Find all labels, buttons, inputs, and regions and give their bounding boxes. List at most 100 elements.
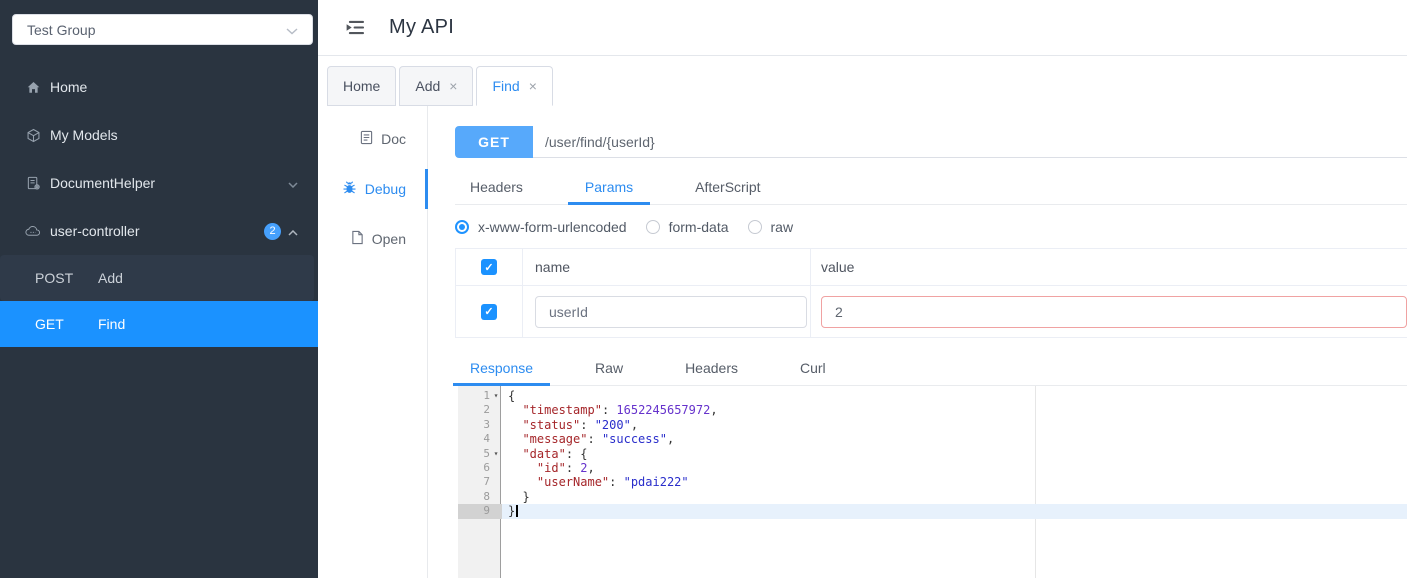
line-number: 6 xyxy=(483,460,490,474)
close-tab-icon[interactable]: × xyxy=(449,79,457,93)
page-title: My API xyxy=(389,16,455,38)
bug-icon xyxy=(342,180,357,198)
http-method-label: POST xyxy=(35,270,74,286)
column-header-value: value xyxy=(821,259,855,275)
editor-line[interactable]: 5 ▾ "data": { xyxy=(458,447,1407,461)
tab-label: Add xyxy=(415,78,441,94)
tab-headers[interactable]: Headers xyxy=(470,172,523,204)
tab-curl[interactable]: Curl xyxy=(800,353,826,385)
nav-item-label: Open xyxy=(371,231,406,247)
sidebar-item-user-controller[interactable]: user-controller 2 xyxy=(0,207,318,255)
radio-raw[interactable]: raw xyxy=(747,219,794,235)
radio-x-www-form-urlencoded[interactable]: x-www-form-urlencoded xyxy=(455,219,627,235)
home-icon xyxy=(25,79,41,95)
sidebar-item-document-helper[interactable]: DocumentHelper xyxy=(0,159,318,207)
radio-icon xyxy=(455,220,469,234)
chevron-down-icon xyxy=(288,175,298,191)
line-number: 9 xyxy=(483,504,490,518)
code-line[interactable]: "timestamp": 1652245657972, xyxy=(502,403,1407,417)
line-number-cell: 4 xyxy=(458,432,502,446)
submenu-item-find[interactable]: GET Find xyxy=(0,301,318,347)
line-number: 4 xyxy=(483,432,490,446)
line-number-cell: 5 ▾ xyxy=(458,447,502,461)
sidebar-fold-icon[interactable] xyxy=(345,19,367,37)
editor-line[interactable]: 1 ▾{ xyxy=(458,389,1407,403)
tab-add[interactable]: Add × xyxy=(399,66,474,106)
editor-lines: 1 ▾{2 "timestamp": 1652245657972, 3 "statu… xyxy=(458,386,1407,519)
tab-params[interactable]: Params xyxy=(567,172,651,205)
group-select[interactable]: Test Group xyxy=(12,14,313,45)
tab-afterscript[interactable]: AfterScript xyxy=(695,172,760,204)
row-checkbox[interactable]: ✓ xyxy=(481,303,497,320)
editor-line[interactable]: 3 "status": "200", xyxy=(458,418,1407,432)
close-tab-icon[interactable]: × xyxy=(529,79,537,93)
tab-label: Find xyxy=(492,78,520,94)
code-line[interactable]: "data": { xyxy=(502,447,1407,461)
submenu-item-label: Find xyxy=(98,316,126,332)
nav-item-debug[interactable]: Debug xyxy=(318,164,428,214)
tab-find[interactable]: Find × xyxy=(476,66,553,106)
submenu-item-label: Add xyxy=(98,270,123,286)
line-number-cell: 6 xyxy=(458,461,502,475)
param-row: ✓ xyxy=(456,286,1407,337)
submenu-item-add[interactable]: POST Add xyxy=(0,255,314,301)
sidebar-item-label: user-controller xyxy=(50,223,140,239)
code-line[interactable]: "id": 2, xyxy=(502,461,1407,475)
code-line[interactable]: "status": "200", xyxy=(502,418,1407,432)
document-gear-icon xyxy=(25,175,41,191)
http-method-button[interactable]: GET xyxy=(455,126,533,158)
response-editor[interactable]: 1 ▾{2 "timestamp": 1652245657972, 3 "statu… xyxy=(458,386,1407,578)
param-name-input[interactable] xyxy=(535,295,807,328)
sidebar-item-my-models[interactable]: My Models xyxy=(0,111,318,159)
sidebar-item-home[interactable]: Home xyxy=(0,63,318,111)
view-switch-nav: Doc Debug Open xyxy=(318,106,428,578)
editor-line[interactable]: 9} xyxy=(458,504,1407,519)
code-line[interactable]: "message": "success", xyxy=(502,432,1407,446)
endpoint-count-badge: 2 xyxy=(264,222,281,240)
line-number-cell: 2 xyxy=(458,403,502,417)
file-icon xyxy=(351,230,364,248)
sidebar-item-label: Home xyxy=(50,79,88,95)
tab-label: Home xyxy=(343,78,381,94)
code-line[interactable]: } xyxy=(502,504,1407,519)
line-number-cell: 7 xyxy=(458,475,502,489)
nav-item-open[interactable]: Open xyxy=(318,214,427,264)
code-line[interactable]: "userName": "pdai222" xyxy=(502,475,1407,489)
tab-response[interactable]: Response xyxy=(452,353,551,386)
debug-workspace: GET Headers Params AfterScript x-www-for… xyxy=(428,106,1407,578)
line-number-cell: 8 xyxy=(458,490,502,504)
tab-response-headers[interactable]: Headers xyxy=(685,353,738,385)
request-url-row: GET xyxy=(455,126,1407,158)
select-all-checkbox[interactable]: ✓ xyxy=(481,259,497,275)
sidebar-item-label: My Models xyxy=(50,127,118,143)
tab-home[interactable]: Home xyxy=(327,66,397,106)
nav-item-doc[interactable]: Doc xyxy=(318,114,427,164)
url-input[interactable] xyxy=(533,126,1407,158)
editor-line[interactable]: 7 "userName": "pdai222" xyxy=(458,475,1407,489)
fold-toggle-icon[interactable]: ▾ xyxy=(490,389,502,403)
editor-line[interactable]: 4 "message": "success", xyxy=(458,432,1407,446)
code-line[interactable]: } xyxy=(502,490,1407,504)
editor-line[interactable]: 2 "timestamp": 1652245657972, xyxy=(458,403,1407,417)
editor-line[interactable]: 8 } xyxy=(458,490,1407,504)
row-checkbox-cell: ✓ xyxy=(456,286,523,337)
radio-form-data[interactable]: form-data xyxy=(645,219,729,235)
editor-line[interactable]: 6 "id": 2, xyxy=(458,461,1407,475)
param-value-input[interactable] xyxy=(821,295,1407,328)
tab-raw[interactable]: Raw xyxy=(595,353,623,385)
params-table: ✓ name value ✓ xyxy=(455,248,1407,338)
line-number-cell: 3 xyxy=(458,418,502,432)
fold-toggle-icon[interactable]: ▾ xyxy=(490,447,502,461)
param-name-cell xyxy=(523,286,811,337)
code-line[interactable]: { xyxy=(502,389,1407,403)
nav-item-label: Doc xyxy=(381,131,406,147)
radio-label: raw xyxy=(770,219,794,235)
group-select-value: Test Group xyxy=(27,21,96,38)
chevron-down-icon xyxy=(286,22,298,38)
